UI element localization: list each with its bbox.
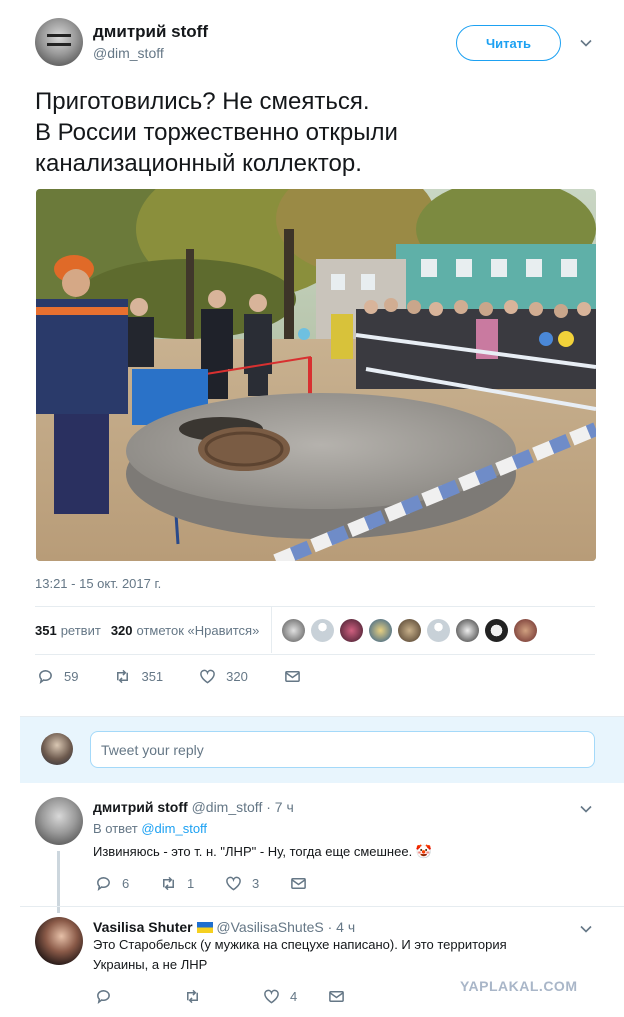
liker-avatar[interactable]: [514, 618, 538, 642]
like-action[interactable]: 320: [199, 668, 248, 685]
reply-to-prefix: В ответ: [93, 821, 138, 836]
liker-avatar[interactable]: [427, 618, 451, 642]
retweet-action[interactable]: 1: [160, 875, 195, 892]
liker-avatar[interactable]: [340, 618, 364, 642]
like-count: 4: [290, 989, 298, 1004]
retweet-count: 1: [187, 876, 195, 891]
liker-avatar[interactable]: [311, 618, 335, 642]
reply-text: Извиняюсь - это т. н. "ЛНР" - Ну, тогда …: [93, 844, 432, 859]
liker-avatars: [282, 618, 538, 642]
caret-down-icon[interactable]: [579, 802, 593, 816]
like-count: 3: [252, 876, 260, 891]
reply-count: 59: [64, 669, 79, 684]
stats-separator: [271, 607, 273, 653]
retweet-action[interactable]: 351: [114, 668, 163, 685]
heart-icon: [226, 876, 241, 891]
reply-author-avatar[interactable]: [35, 797, 83, 845]
author-display-name[interactable]: дмитрий stoff: [93, 22, 208, 42]
message-icon: [291, 878, 306, 889]
divider: [35, 654, 595, 655]
reply-to-handle[interactable]: @dim_stoff: [141, 821, 207, 836]
heart-icon: [264, 989, 279, 1004]
liker-avatar[interactable]: [282, 618, 306, 642]
message-action[interactable]: [284, 668, 311, 685]
reply-composer: Tweet your reply: [20, 716, 624, 783]
retweet-count: 351: [141, 669, 164, 684]
reply-input[interactable]: Tweet your reply: [90, 731, 595, 768]
reply-actions: 6 1 3: [95, 875, 347, 892]
reply-author-avatar[interactable]: [35, 917, 83, 965]
caret-down-icon[interactable]: [579, 36, 593, 50]
retweet-icon: [117, 669, 129, 684]
like-action[interactable]: 3: [225, 875, 260, 892]
author-handle[interactable]: @dim_stoff: [93, 45, 164, 61]
likes-stat[interactable]: 320 отметок «Нравится»: [111, 623, 260, 638]
reply-author-handle[interactable]: @dim_stoff: [192, 799, 263, 815]
retweets-label: ретвит: [60, 622, 101, 638]
liker-avatar[interactable]: [369, 618, 393, 642]
message-icon: [285, 671, 300, 682]
reply-count: 6: [122, 876, 130, 891]
tweet-stats: 351 ретвит 320 отметок «Нравится»: [35, 607, 595, 653]
reply-actions: 4: [95, 988, 385, 1005]
flag-ukraine-icon: [196, 922, 213, 933]
retweets-stat[interactable]: 351 ретвит: [35, 623, 101, 638]
author-avatar[interactable]: [35, 18, 83, 66]
like-count: 320: [226, 669, 248, 684]
liker-avatar[interactable]: [456, 618, 480, 642]
reply-author-name[interactable]: дмитрий stoff: [93, 799, 188, 815]
message-action[interactable]: [328, 988, 355, 1005]
reply-icon: [97, 990, 110, 1004]
retweets-count: 351: [35, 622, 57, 638]
reply-header: Vasilisa Shuter @VasilisaShuteS · 4 ч: [93, 919, 355, 935]
tweet-text: Приготовились? Не смеяться. В России тор…: [35, 88, 398, 177]
likes-label: отметок «Нравится»: [136, 622, 260, 638]
reply-action[interactable]: [95, 988, 122, 1005]
tweet-actions: 59 351 320: [37, 668, 341, 685]
tweet-timestamp[interactable]: 13:21 - 15 окт. 2017 г.: [35, 576, 161, 591]
tweet-photo[interactable]: [36, 189, 596, 561]
reply-header: дмитрий stoff @dim_stoff · 7 ч: [93, 799, 294, 815]
reply-age[interactable]: · 7 ч: [266, 799, 294, 815]
likes-count: 320: [110, 622, 133, 638]
retweet-icon: [187, 989, 198, 1004]
reply-action[interactable]: 59: [37, 668, 78, 685]
reply-icon: [97, 877, 110, 891]
reply-age[interactable]: · 4 ч: [328, 919, 356, 935]
retweet-icon: [163, 876, 174, 891]
reply-author-name[interactable]: Vasilisa Shuter: [93, 919, 193, 935]
reply-icon: [39, 670, 52, 684]
liker-avatar[interactable]: [485, 618, 509, 642]
heart-icon: [200, 669, 216, 684]
thread-line: [57, 851, 60, 913]
reply-author-handle[interactable]: @VasilisaShuteS: [216, 919, 323, 935]
current-user-avatar[interactable]: [41, 733, 73, 765]
liker-avatar[interactable]: [398, 618, 422, 642]
reply-to: В ответ @dim_stoff: [93, 821, 207, 836]
message-action[interactable]: [290, 875, 317, 892]
retweet-action[interactable]: [184, 988, 211, 1005]
reply-text: Это Старобельск (у мужика на спецухе нап…: [93, 937, 507, 972]
like-action[interactable]: 4: [263, 988, 298, 1005]
follow-button[interactable]: Читать: [456, 25, 561, 61]
watermark: YAPLAKAL.COM: [460, 978, 578, 994]
caret-down-icon[interactable]: [579, 922, 593, 936]
message-icon: [329, 991, 344, 1002]
tweet-header: дмитрий stoff @dim_stoff Читать: [35, 18, 600, 70]
divider: [20, 906, 624, 907]
reply-action[interactable]: 6: [95, 875, 130, 892]
